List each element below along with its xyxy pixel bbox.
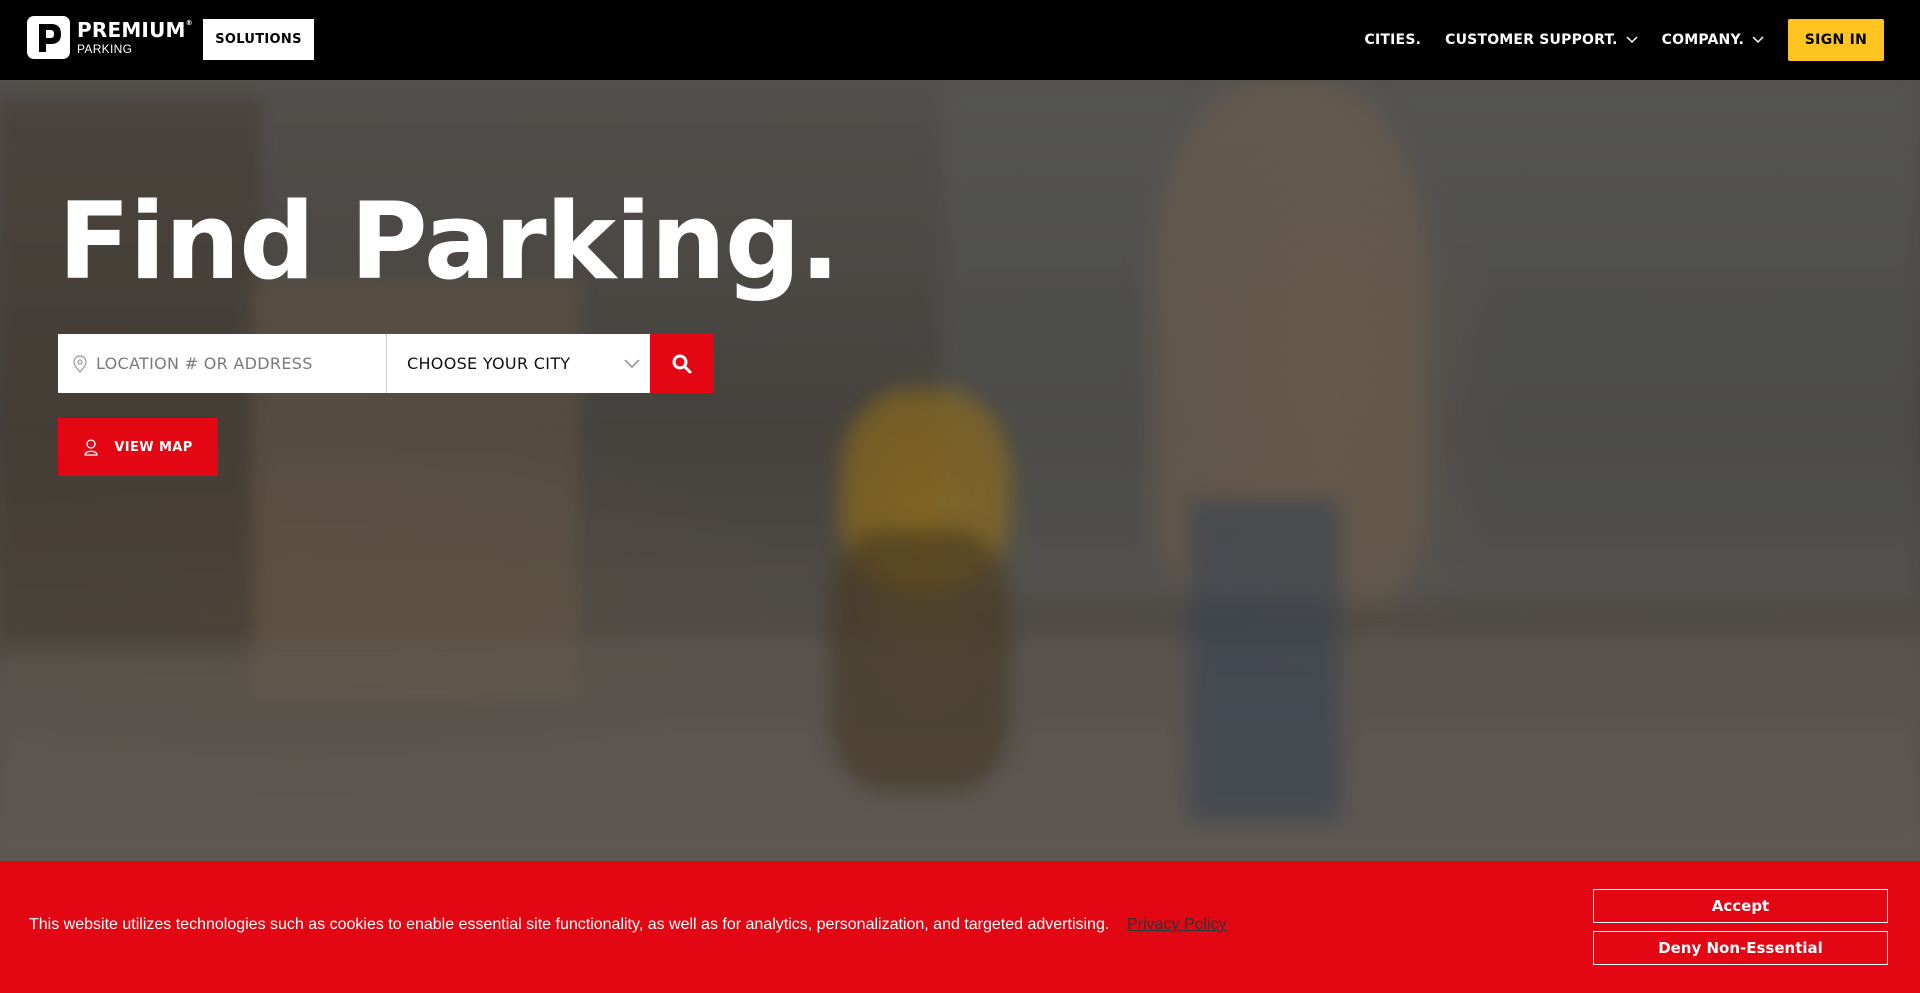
nav-customer-support-label: CUSTOMER SUPPORT. [1445,32,1618,48]
p-logo-icon [27,16,70,59]
nav-company-label: COMPANY. [1661,32,1744,48]
location-input[interactable] [96,354,366,373]
accept-button[interactable]: Accept [1593,889,1888,923]
city-select-value: CHOOSE YOUR CITY [407,354,571,373]
search-icon [672,354,692,373]
location-pin-icon [73,354,87,373]
logo-line1: PREMIUM [77,18,186,42]
nav-company[interactable]: COMPANY. [1662,32,1764,48]
cookie-message: This website utilizes technologies such … [29,916,1110,933]
location-field[interactable] [58,334,387,393]
city-select[interactable]: CHOOSE YOUR CITY [387,334,650,393]
search-button[interactable] [650,334,714,393]
privacy-policy-link[interactable]: Privacy Policy [1127,916,1227,934]
logo-line2: PARKING [77,42,133,56]
main-nav: CITIES. CUSTOMER SUPPORT. COMPANY. SIGN … [1341,19,1884,61]
parking-search-bar: CHOOSE YOUR CITY [58,334,714,393]
site-header: PREMIUM® PARKING SOLUTIONS CITIES. CUSTO… [0,0,1920,80]
chevron-down-icon [624,358,640,368]
nav-cities-label: CITIES. [1364,32,1422,48]
nav-cities[interactable]: CITIES. [1365,32,1422,48]
view-map-label: VIEW MAP [114,439,193,455]
hero-title: Find Parking. [58,180,840,303]
map-marker-icon [84,439,98,456]
nav-customer-support[interactable]: CUSTOMER SUPPORT. [1445,32,1638,48]
deny-non-essential-button[interactable]: Deny Non-Essential [1593,931,1888,965]
sign-in-button[interactable]: SIGN IN [1788,19,1884,61]
chevron-down-icon [1752,36,1764,44]
solutions-button[interactable]: SOLUTIONS [203,19,314,60]
premium-parking-logo[interactable]: PREMIUM® PARKING [27,16,193,59]
view-map-button[interactable]: VIEW MAP [58,418,218,476]
hero-background-image: Find Parking. CHOOSE YOUR CITY VIEW MAP [0,80,1920,861]
chevron-down-icon [1626,36,1638,44]
